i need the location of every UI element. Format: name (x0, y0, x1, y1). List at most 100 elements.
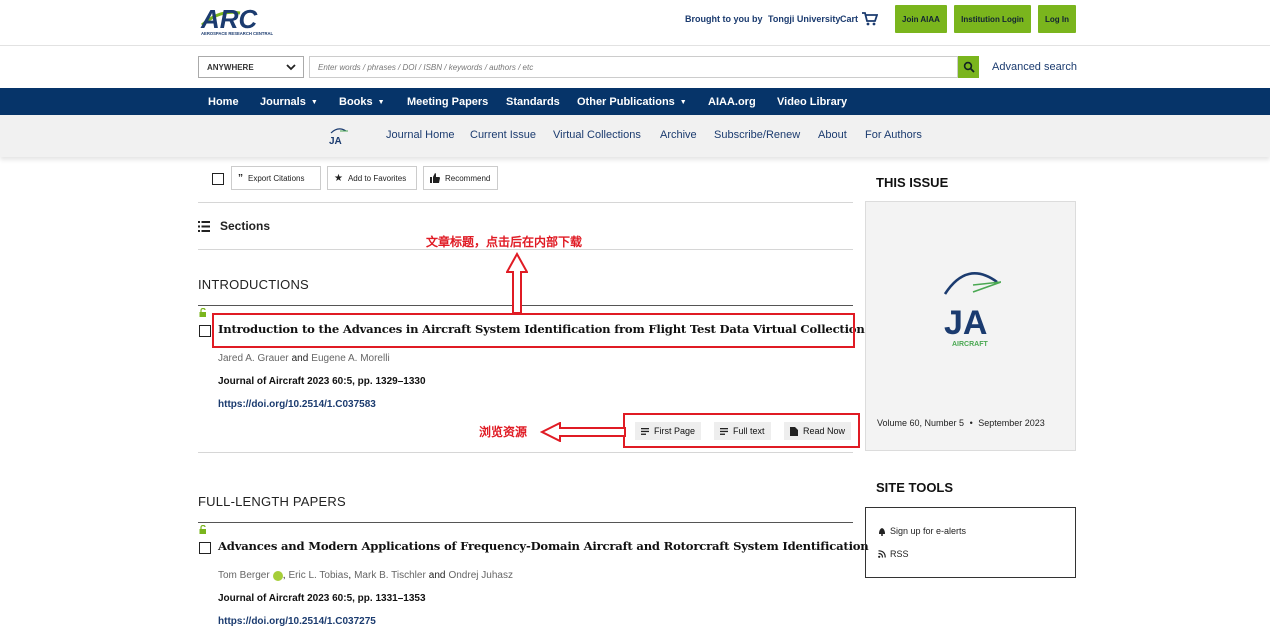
nav-journals-label: Journals (260, 96, 306, 108)
nav-journals[interactable]: Journals ▼ (260, 96, 318, 108)
article-doi-link[interactable]: https://doi.org/10.2514/1.C037583 (218, 399, 376, 410)
cart-link[interactable]: Cart (840, 12, 879, 26)
add-to-favorites-button[interactable]: ★ Add to Favorites (327, 166, 417, 190)
site-tools-title: SITE TOOLS (876, 480, 954, 495)
brought-to-you: Brought to you by Tongji University (685, 14, 840, 24)
select-all-checkbox[interactable] (212, 173, 224, 185)
recommend-label: Recommend (445, 173, 491, 183)
institution-name: Tongji University (768, 14, 841, 24)
list-icon (198, 220, 210, 232)
author-link[interactable]: Jared A. Grauer (218, 353, 289, 364)
nav-meeting-papers-label: Meeting Papers (407, 96, 489, 108)
nav-standards-label: Standards (506, 96, 560, 108)
article-authors: Tom Berger , Eric L. Tobias , Mark B. Ti… (218, 570, 513, 581)
cart-icon (862, 12, 879, 26)
search-scope-value: ANYWHERE (207, 62, 254, 72)
author-link[interactable]: Tom Berger (218, 570, 270, 581)
section-heading-full-length: FULL-LENGTH PAPERS (198, 494, 346, 509)
nav-books[interactable]: Books ▼ (339, 96, 385, 108)
this-issue-box[interactable]: JA AIRCRAFT Volume 60, Number 5 • Septem… (865, 201, 1076, 451)
issue-date: September 2023 (978, 418, 1045, 428)
recommend-button[interactable]: Recommend (423, 166, 498, 190)
nav-other-publications-label: Other Publications (577, 96, 675, 108)
sections-toggle[interactable]: Sections (198, 219, 270, 233)
cart-label: Cart (840, 14, 859, 24)
article-doi-link[interactable]: https://doi.org/10.2514/1.C037275 (218, 616, 376, 627)
article-checkbox[interactable] (199, 325, 211, 337)
nav-video-library-label: Video Library (777, 96, 848, 108)
jnav-for-authors[interactable]: For Authors (865, 129, 922, 141)
nav-books-label: Books (339, 96, 373, 108)
jnav-about[interactable]: About (818, 129, 847, 141)
author-link[interactable]: Eric L. Tobias (288, 570, 348, 581)
cover-sub-text: AIRCRAFT (952, 341, 988, 348)
nav-meeting-papers[interactable]: Meeting Papers (407, 96, 488, 108)
author-separator: , (348, 570, 352, 581)
orcid-icon[interactable] (272, 570, 283, 581)
export-citations-button[interactable]: ” Export Citations (231, 166, 321, 190)
annotation-title-note: 文章标题，点击后在内部下载 (426, 235, 583, 249)
advanced-search-link[interactable]: Advanced search (992, 61, 1077, 73)
article-authors: Jared A. Grauer and Eugene A. Morelli (218, 353, 390, 364)
join-aiaa-button[interactable]: Join AIAA (895, 5, 947, 33)
arc-logo[interactable]: ARC AEROSPACE RESEARCH CENTRAL (200, 3, 280, 37)
search-row: ANYWHERE Enter words / phrases / DOI / I… (0, 46, 1270, 88)
jnav-current-issue[interactable]: Current Issue (470, 129, 536, 141)
nav-home-label: Home (208, 96, 239, 108)
section-heading-introductions: INTRODUCTIONS (198, 277, 309, 292)
issue-volume: Volume 60, Number 5 (877, 418, 965, 428)
issue-bullet: • (969, 418, 973, 428)
jnav-subscribe[interactable]: Subscribe/Renew (714, 129, 800, 141)
annotation-resources-box (623, 413, 860, 448)
site-tools-box: Sign up for e-alerts RSS (865, 507, 1076, 578)
sections-label: Sections (220, 219, 271, 233)
divider (198, 202, 853, 203)
nav-video-library[interactable]: Video Library (777, 96, 847, 108)
author-link[interactable]: Mark B. Tischler (354, 570, 426, 581)
this-issue-title: THIS ISSUE (876, 175, 949, 190)
author-separator: and (291, 353, 309, 364)
nav-home[interactable]: Home (208, 96, 239, 108)
top-header: ARC AEROSPACE RESEARCH CENTRAL Brought t… (0, 0, 1270, 46)
open-access-icon (199, 525, 206, 534)
chevron-down-icon (286, 64, 296, 71)
rss-label: RSS (890, 549, 909, 559)
jnav-archive[interactable]: Archive (660, 129, 697, 141)
rss-link[interactable]: RSS (878, 549, 909, 559)
divider (198, 452, 853, 453)
jnav-virtual-collections[interactable]: Virtual Collections (553, 129, 641, 141)
main-nav: Home Journals ▼ Books ▼ Meeting Papers Sta… (0, 88, 1270, 115)
ealerts-link[interactable]: Sign up for e-alerts (878, 526, 966, 536)
login-button[interactable]: Log In (1038, 5, 1076, 33)
chevron-down-icon: ▼ (310, 98, 318, 106)
search-button[interactable] (958, 56, 979, 78)
journal-nav: JA Journal Home Current Issue Virtual Co… (0, 115, 1270, 157)
annotation-up-arrow (506, 252, 528, 314)
jnav-journal-home[interactable]: Journal Home (386, 129, 454, 141)
nav-other-publications[interactable]: Other Publications ▼ (577, 96, 687, 108)
bell-icon (879, 527, 885, 536)
author-separator: , (282, 570, 286, 581)
search-input[interactable]: Enter words / phrases / DOI / ISBN / key… (309, 56, 958, 78)
journal-logo[interactable]: JA (326, 124, 350, 148)
brought-by-label: Brought to you by (685, 14, 763, 24)
author-link[interactable]: Eugene A. Morelli (311, 353, 389, 364)
add-to-favorites-label: Add to Favorites (347, 173, 407, 183)
chevron-down-icon: ▼ (679, 98, 687, 106)
institution-login-button[interactable]: Institution Login (954, 5, 1031, 33)
article-citation: Journal of Aircraft 2023 60:5, pp. 1331–… (218, 593, 426, 604)
ealerts-label: Sign up for e-alerts (890, 526, 967, 536)
article-checkbox[interactable] (199, 542, 211, 554)
nav-standards[interactable]: Standards (506, 96, 560, 108)
nav-aiaa-org[interactable]: AIAA.org (708, 96, 756, 108)
journal-cover-logo[interactable]: JA AIRCRAFT (941, 266, 1001, 348)
thumbs-up-icon (430, 173, 440, 183)
article-title-link[interactable]: Advances and Modern Applications of Freq… (218, 539, 869, 553)
annotation-browse-note: 浏览资源 (479, 425, 528, 439)
cover-ja-text: JA (944, 304, 987, 342)
search-scope-select[interactable]: ANYWHERE (198, 56, 304, 78)
author-link[interactable]: Ondrej Juhasz (448, 570, 512, 581)
search-icon (963, 61, 975, 73)
quote-icon: ” (238, 172, 243, 184)
rss-icon (878, 550, 886, 558)
